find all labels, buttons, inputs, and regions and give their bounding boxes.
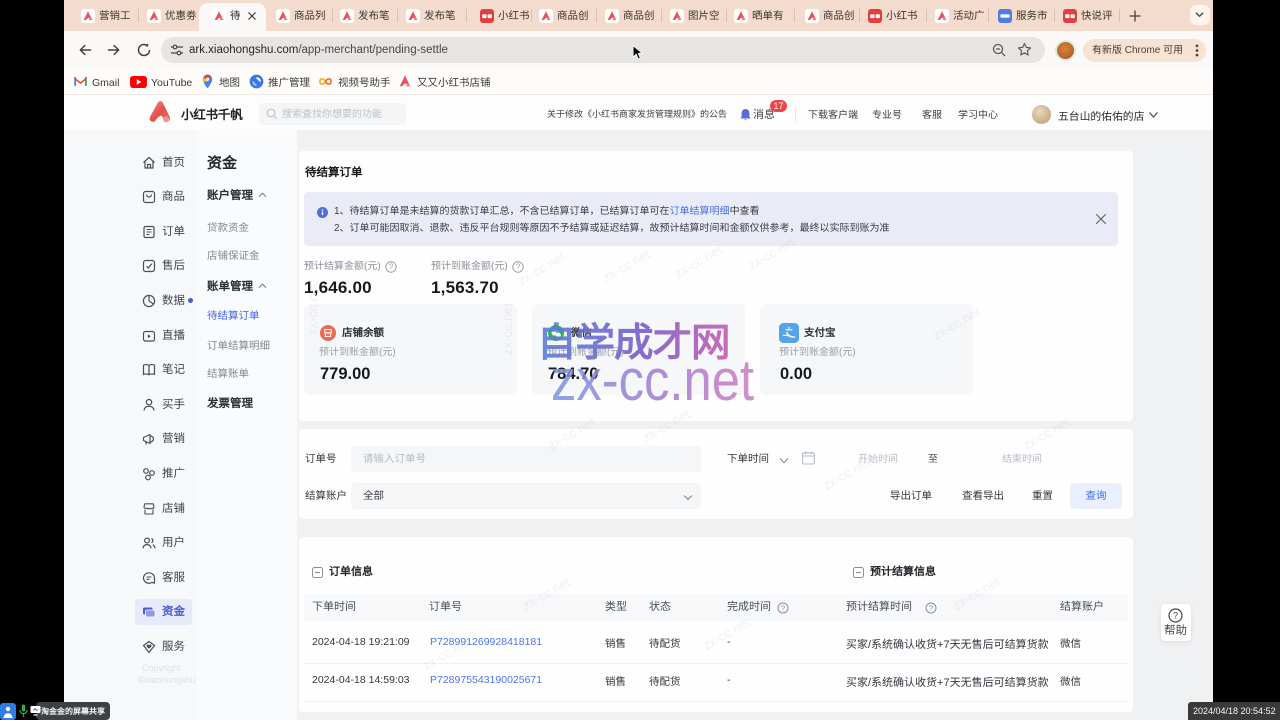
svg-text:?: ?	[516, 263, 521, 272]
svg-text:?: ?	[929, 603, 933, 612]
svg-text:?: ?	[781, 603, 785, 612]
svg-text:?: ?	[1173, 611, 1178, 621]
svg-text:?: ?	[389, 263, 394, 272]
